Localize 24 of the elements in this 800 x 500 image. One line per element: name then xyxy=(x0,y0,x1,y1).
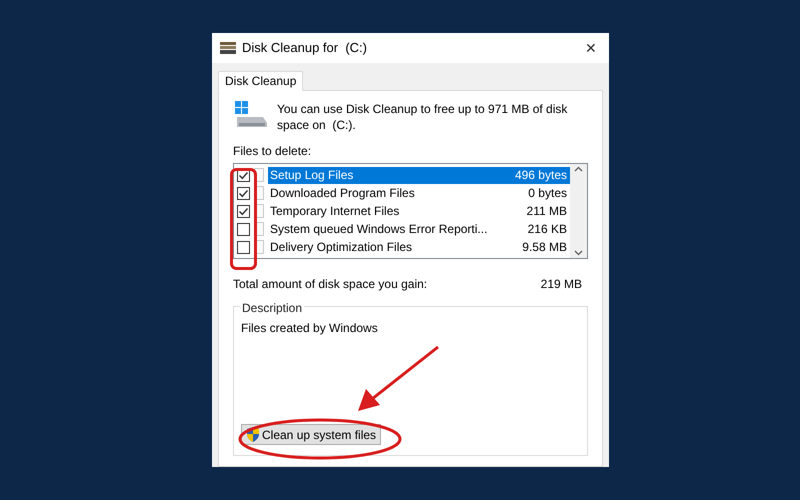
checkbox[interactable] xyxy=(237,222,250,236)
checkbox[interactable] xyxy=(237,204,250,218)
scroll-up-icon[interactable] xyxy=(574,166,583,172)
clean-up-system-files-button[interactable]: Clean up system files xyxy=(241,424,382,445)
window-title: Disk Cleanup for (C:) xyxy=(242,39,367,58)
file-list-item[interactable]: System queued Windows Error Reporti... 216 KB xyxy=(268,220,570,238)
total-label: Total amount of disk space you gain: xyxy=(233,276,428,293)
file-list-item[interactable]: Temporary Internet Files 211 MB xyxy=(268,202,570,220)
drive-icon xyxy=(233,101,267,129)
file-list-item[interactable]: Setup Log Files 496 bytes xyxy=(268,166,570,184)
checkbox[interactable] xyxy=(237,186,250,200)
total-value: 219 MB xyxy=(540,276,583,293)
tab[interactable]: Disk Cleanup xyxy=(218,71,304,91)
intro-text: You can use Disk Cleanup to free up to 971 MB of disk space on (C:). xyxy=(277,101,568,133)
scrollbar[interactable] xyxy=(570,164,587,258)
files-to-delete-label: Files to delete: xyxy=(233,143,312,160)
shield-icon xyxy=(246,427,260,442)
checkbox[interactable] xyxy=(237,240,250,254)
scroll-down-icon[interactable] xyxy=(574,250,583,256)
file-list-item[interactable]: Downloaded Program Files 0 bytes xyxy=(268,184,570,202)
close-button[interactable]: ✕ xyxy=(581,38,601,58)
disk-drive-icon xyxy=(220,42,236,54)
description-text: Files created by Windows xyxy=(241,320,378,337)
file-list-item[interactable]: Delivery Optimization Files 9.58 MB xyxy=(268,238,570,256)
